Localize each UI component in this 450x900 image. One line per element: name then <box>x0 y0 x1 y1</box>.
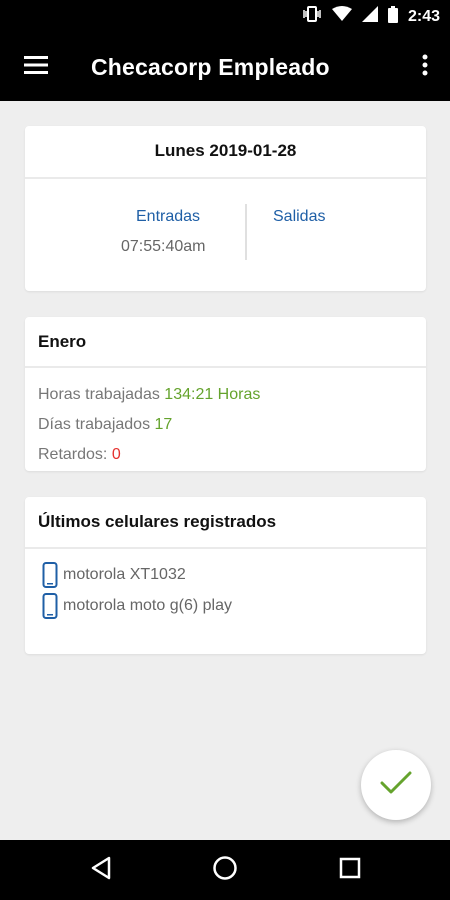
home-button[interactable] <box>210 855 240 885</box>
menu-icon <box>24 55 48 79</box>
hours-worked-row: Horas trabajadas 134:21 Horas <box>38 386 260 404</box>
days-worked-value: 17 <box>154 416 173 433</box>
phones-card: Últimos celulares registrados motorola X… <box>25 497 426 654</box>
recents-button[interactable] <box>335 855 365 885</box>
salidas-header: Salidas <box>273 208 326 225</box>
signal-icon <box>361 6 378 27</box>
month-title: Enero <box>38 332 87 351</box>
battery-icon <box>387 5 398 28</box>
back-icon <box>90 856 112 885</box>
entradas-header: Entradas <box>136 208 201 225</box>
system-nav-bar <box>0 840 450 900</box>
overflow-menu-button[interactable] <box>414 52 436 82</box>
phone-icon <box>42 593 60 619</box>
column-separator <box>245 204 247 260</box>
hours-worked-value: 134:21 Horas <box>164 386 261 403</box>
status-icons: 2:43 <box>302 0 440 33</box>
days-worked-row: Días trabajados 17 <box>38 416 172 434</box>
divider <box>25 177 426 179</box>
days-worked-label: Días trabajados <box>38 416 151 433</box>
month-card: Enero Horas trabajadas 134:21 Horas Días… <box>25 317 426 471</box>
app-title: Checacorp Empleado <box>91 54 330 80</box>
phones-title: Últimos celulares registrados <box>38 512 277 531</box>
day-card: Lunes 2019-01-28 Entradas 07:55:40am Sal… <box>25 126 426 291</box>
check-icon <box>380 771 412 800</box>
back-button[interactable] <box>86 855 116 885</box>
divider <box>25 366 426 368</box>
late-value: 0 <box>111 446 121 463</box>
list-item: motorola XT1032 <box>42 562 186 588</box>
recents-icon <box>339 857 361 884</box>
confirm-fab[interactable] <box>361 750 431 820</box>
status-time: 2:43 <box>407 7 440 25</box>
entrada-time: 07:55:40am <box>121 238 206 255</box>
phone-icon <box>42 562 60 588</box>
late-label: Retardos: <box>38 446 108 463</box>
phone-name: motorola moto g(6) play <box>63 597 232 614</box>
more-vert-icon <box>422 54 428 81</box>
hours-worked-label: Horas trabajadas <box>38 386 160 403</box>
day-title: Lunes 2019-01-28 <box>154 141 297 160</box>
vibrate-icon <box>302 6 322 27</box>
list-item: motorola moto g(6) play <box>42 593 232 619</box>
divider <box>25 547 426 549</box>
menu-button[interactable] <box>18 52 54 82</box>
late-row: Retardos: 0 <box>38 446 121 464</box>
wifi-icon <box>331 6 352 27</box>
status-bar: 2:43 <box>0 0 450 33</box>
app-bar: Checacorp Empleado <box>0 33 450 101</box>
home-icon <box>212 855 238 886</box>
phone-name: motorola XT1032 <box>63 566 186 583</box>
